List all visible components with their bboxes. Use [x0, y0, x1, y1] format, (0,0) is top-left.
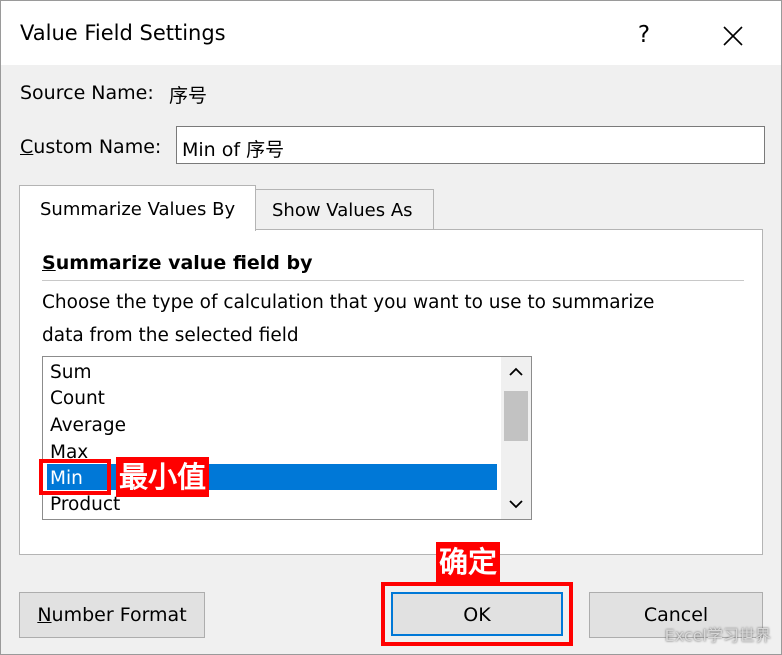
listbox-scrollbar[interactable]: [501, 357, 531, 519]
ok-button[interactable]: OK: [391, 592, 563, 636]
custom-name-label-text: ustom Name:: [33, 136, 162, 158]
section-title-text: ummarize value field by: [55, 252, 313, 274]
scroll-down-button[interactable]: [501, 489, 531, 519]
help-button[interactable]: ?: [621, 15, 667, 55]
chevron-down-icon: [509, 500, 523, 509]
ok-annotation-label: 确定: [436, 542, 501, 582]
selection-highlight: [47, 464, 497, 490]
title-bar: Value Field Settings ?: [1, 1, 781, 65]
list-item-average[interactable]: Average: [50, 415, 126, 441]
list-item-count[interactable]: Count: [50, 388, 105, 414]
scroll-up-button[interactable]: [501, 357, 531, 387]
description-line-2: data from the selected field: [42, 325, 299, 346]
min-highlight-box: [39, 459, 111, 495]
description-line-1: Choose the type of calculation that you …: [42, 292, 655, 313]
number-format-label: umber Format: [51, 604, 187, 626]
tab-show-values-as[interactable]: Show Values As: [256, 189, 434, 229]
section-title: Summarize value field by: [42, 252, 313, 274]
dialog-title: Value Field Settings: [20, 21, 226, 45]
tab-summarize-values-by[interactable]: Summarize Values By: [19, 185, 256, 231]
section-separator: [42, 280, 744, 281]
chevron-up-icon: [509, 367, 523, 376]
number-format-accelerator: N: [37, 604, 52, 626]
source-name-label: Source Name:: [20, 82, 154, 104]
custom-name-input[interactable]: Min of 序号: [176, 126, 765, 164]
close-button[interactable]: [707, 15, 759, 55]
value-field-settings-dialog: Value Field Settings ? Source Name: 序号 C…: [0, 0, 782, 655]
source-name-value: 序号: [169, 85, 208, 107]
min-annotation-label: 最小值: [116, 457, 210, 497]
list-item-sum[interactable]: Sum: [50, 362, 92, 388]
scroll-thumb[interactable]: [504, 391, 528, 441]
custom-name-accelerator: C: [20, 136, 34, 158]
summarize-panel: Summarize value field by Choose the type…: [19, 229, 763, 555]
section-title-accelerator: S: [42, 252, 56, 274]
watermark: Excel学习世界: [664, 626, 771, 645]
number-format-button[interactable]: Number Format: [19, 592, 205, 638]
list-item-product[interactable]: Product: [50, 494, 120, 519]
close-icon: [723, 25, 743, 46]
custom-name-label: Custom Name:: [20, 136, 161, 158]
